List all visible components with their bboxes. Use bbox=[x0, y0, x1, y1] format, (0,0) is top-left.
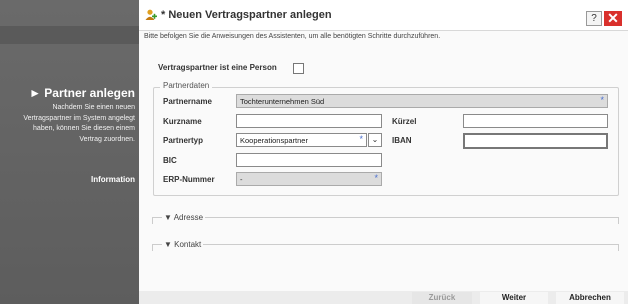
required-marker: * bbox=[359, 134, 363, 144]
person-checkbox[interactable] bbox=[293, 63, 304, 74]
erp-field[interactable]: - * bbox=[236, 172, 382, 186]
kurzname-field[interactable] bbox=[236, 114, 382, 128]
partnerdaten-legend: Partnerdaten bbox=[160, 81, 213, 90]
dialog-title: * Neuen Vertragspartner anlegen bbox=[161, 9, 332, 21]
sidebar-band bbox=[0, 26, 139, 44]
person-checkbox-label: Vertragspartner ist eine Person bbox=[158, 63, 277, 72]
new-partner-dialog: * Neuen Vertragspartner anlegen ? ✕ Bitt… bbox=[139, 0, 628, 291]
adresse-section-toggle[interactable]: ▼ Adresse bbox=[162, 213, 206, 222]
kontakt-section-toggle[interactable]: ▼ Kontakt bbox=[162, 240, 204, 249]
kuerzel-label: Kürzel bbox=[392, 117, 417, 126]
partnertyp-label: Partnertyp bbox=[163, 136, 204, 145]
next-button[interactable]: Weiter bbox=[480, 292, 548, 304]
information-link[interactable]: Information bbox=[60, 175, 135, 184]
dialog-instructions: Bitte befolgen Sie die Anweisungen des A… bbox=[144, 33, 441, 40]
close-button[interactable]: ✕ bbox=[604, 11, 622, 26]
kurzname-label: Kurzname bbox=[163, 117, 202, 126]
partnername-field[interactable]: Tochterunternehmen Süd * bbox=[236, 94, 608, 108]
bic-field[interactable] bbox=[236, 153, 382, 167]
kuerzel-field[interactable] bbox=[463, 114, 608, 128]
partnertyp-value: Kooperationspartner bbox=[240, 136, 308, 145]
chevron-down-icon[interactable]: ⌄ bbox=[368, 133, 382, 147]
back-button[interactable]: Zurück bbox=[412, 292, 472, 304]
iban-field[interactable] bbox=[463, 133, 608, 149]
required-marker: * bbox=[600, 95, 604, 105]
wizard-step-title: ► Partner anlegen bbox=[29, 86, 135, 100]
wizard-step-description: Nachdem Sie einen neuen Vertragspartner … bbox=[23, 104, 135, 143]
add-user-icon bbox=[145, 9, 157, 20]
wizard-sidebar: ► Partner anlegen Nachdem Sie einen neue… bbox=[0, 0, 139, 304]
erp-value: - bbox=[240, 175, 243, 184]
help-button[interactable]: ? bbox=[586, 11, 602, 26]
kontakt-section bbox=[152, 244, 619, 251]
adresse-section bbox=[152, 217, 619, 224]
bic-label: BIC bbox=[163, 156, 177, 165]
required-marker: * bbox=[374, 173, 378, 183]
iban-label: IBAN bbox=[392, 136, 412, 145]
erp-label: ERP-Nummer bbox=[163, 175, 215, 184]
dialog-titlebar: * Neuen Vertragspartner anlegen ? ✕ bbox=[139, 0, 628, 31]
partnername-value: Tochterunternehmen Süd bbox=[240, 97, 325, 106]
cancel-button[interactable]: Abbrechen bbox=[556, 292, 624, 304]
dialog-footer bbox=[139, 291, 628, 304]
partnername-label: Partnername bbox=[163, 97, 212, 106]
partnertyp-select[interactable]: Kooperationspartner * bbox=[236, 133, 367, 147]
